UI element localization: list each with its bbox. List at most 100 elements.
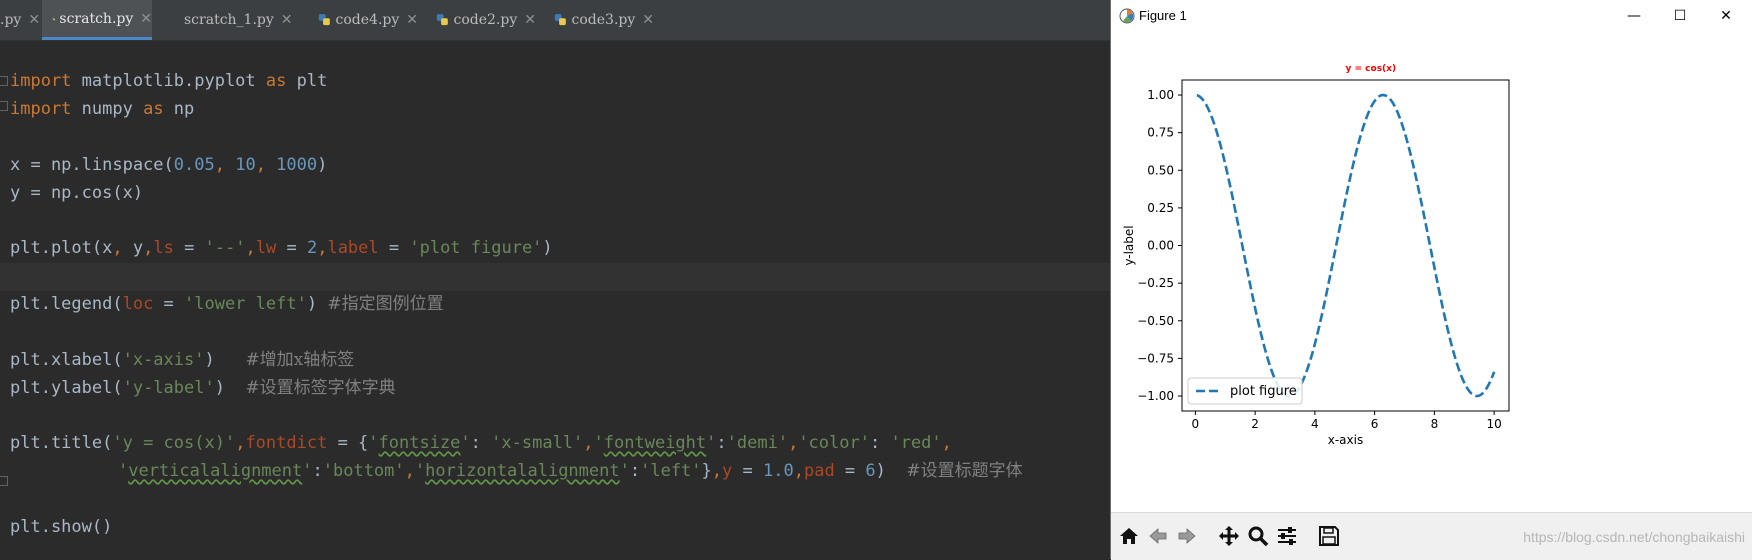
code-text: ) [214,378,246,398]
arrow-right-icon [1178,528,1196,544]
code-text: plt.title( [10,433,113,453]
cos-chart: 0 2 4 6 8 10 1.00 0.75 0.50 0.25 0.00 −0.25 −0.50 −0.… [1122,64,1510,447]
comma: , [245,238,256,258]
code-line-7[interactable]: plt.xlabel('x-axis') #增加x轴标签 [10,346,354,374]
number-literal: 0.05 [173,155,215,175]
zoom-button[interactable] [1244,521,1272,551]
code-text: : [470,433,492,453]
code-line-11[interactable]: plt.show() [10,513,112,541]
code-text: plt.xlabel( [10,350,123,370]
figure-canvas[interactable]: 0 2 4 6 8 10 1.00 0.75 0.50 0.25 0.00 −0.25 −0.50 −0.… [1111,32,1752,512]
string-literal-spellcheck: horizontalalignment [425,461,620,481]
y-tick-label: −1.00 [1137,389,1174,403]
pan-button[interactable] [1215,521,1243,551]
string-literal: ' [706,433,717,453]
string-literal: 'demi' [726,433,789,453]
window-titlebar[interactable]: Figure 1 — ☐ ✕ [1111,0,1752,32]
comma: , [112,238,133,258]
tab-scratch-1-py[interactable]: scratch_1.py ✕ [172,0,293,40]
keyword: import [10,99,72,119]
x-tick-label: 6 [1371,417,1379,431]
back-button[interactable] [1144,521,1172,551]
code-line-6[interactable]: plt.legend(loc = 'lower left') #指定图例位置 [10,290,444,318]
code-line-8[interactable]: plt.ylabel('y-label') #设置标签字体字典 [10,374,396,402]
fold-marker-icon[interactable] [0,76,8,86]
code-text: plt.plot(x [10,238,113,258]
code-line-3[interactable]: x = np.linspace(0.05, 10, 1000) [10,151,327,179]
string-literal-spellcheck: fontweight [603,433,707,453]
close-window-button[interactable]: ✕ [1703,0,1749,32]
string-literal: ' [302,461,313,481]
code-text: = { [327,433,369,453]
code-line-4[interactable]: y = np.cos(x) [10,179,143,207]
y-tick-label: 0.50 [1147,163,1174,177]
forward-button[interactable] [1173,521,1201,551]
tab-code2-py[interactable]: code2.py ✕ [428,0,536,40]
code-text: ) [542,238,553,258]
code-text: = [276,238,307,258]
x-tick-label: 8 [1431,417,1439,431]
close-icon[interactable]: ✕ [406,12,418,28]
minimize-button[interactable]: — [1611,0,1657,32]
string-literal: 'lower left' [184,294,307,314]
code-text: matplotlib.pyplot [71,71,266,91]
code-comment: #指定图例位置 [327,294,444,314]
comma: , [788,433,799,453]
home-button[interactable] [1115,521,1143,551]
configure-subplots-button[interactable] [1273,521,1301,551]
code-line-2[interactable]: import numpy as np [10,95,194,123]
tab-code4-py[interactable]: code4.py ✕ [310,0,418,40]
keyword-argument: lw [255,238,277,258]
keyword-argument: pad [803,461,835,481]
close-icon[interactable]: ✕ [524,12,536,28]
python-file-icon [52,17,55,20]
code-text: ) [875,461,907,481]
code-line-10[interactable]: 'verticalalignment':'bottom','horizontal… [118,457,1023,485]
close-icon[interactable]: ✕ [642,12,654,28]
code-text: : [312,461,323,481]
keyword-argument: ls [153,238,174,258]
string-literal: ' [368,433,379,453]
close-icon[interactable]: ✕ [281,12,293,28]
code-editor[interactable]: import matplotlib.pyplot as plt import n… [0,41,1112,559]
home-icon [1120,528,1138,544]
close-icon[interactable]: ✕ [140,11,152,27]
code-comment: #增加x轴标签 [245,350,355,370]
string-literal: ' [460,433,471,453]
x-tick-label: 4 [1311,417,1319,431]
watermark: https://blog.csdn.net/chongbaikaishi [1523,529,1745,545]
save-figure-button[interactable] [1315,521,1343,551]
code-line-1[interactable]: import matplotlib.pyplot as plt [10,67,327,95]
code-line-5[interactable]: plt.plot(x, y,ls = '--',lw = 2,label = '… [10,234,553,262]
tab-scratch-py[interactable]: scratch.py ✕ [42,0,152,40]
code-text: : [629,461,641,481]
x-axis-label: x-axis [1328,433,1363,447]
y-tick-label: −0.50 [1137,314,1174,328]
code-text: y [132,238,144,258]
maximize-button[interactable]: ☐ [1657,0,1703,32]
tab-prev-file[interactable]: .py ✕ [0,0,40,40]
string-literal: 'color' [798,433,870,453]
y-tick-label: 0.25 [1147,201,1174,215]
tab-label: .py [0,12,22,28]
tab-code3-py[interactable]: code3.py ✕ [546,0,654,40]
magnifier-icon [1248,526,1269,547]
comma: , [317,238,328,258]
comma: , [711,461,723,481]
close-icon[interactable]: ✕ [28,12,40,28]
code-line-9[interactable]: plt.title('y = cos(x)',fontdict = {'font… [10,429,952,457]
comma: , [255,155,277,175]
code-text: = [834,461,866,481]
number-literal: 2 [306,238,318,258]
chart-title: y = cos(x) [1346,64,1397,74]
code-text: y = np.cos(x) [10,183,144,203]
fold-marker-icon[interactable] [0,476,8,486]
comma: , [404,461,415,481]
string-literal: 'y = cos(x)' [112,433,236,453]
move-icon [1219,526,1239,546]
code-text: = [153,294,185,314]
code-text: np [163,99,195,119]
fold-marker-icon[interactable] [0,101,8,111]
y-tick-label: −0.75 [1137,351,1174,365]
keyword: as [265,71,287,91]
